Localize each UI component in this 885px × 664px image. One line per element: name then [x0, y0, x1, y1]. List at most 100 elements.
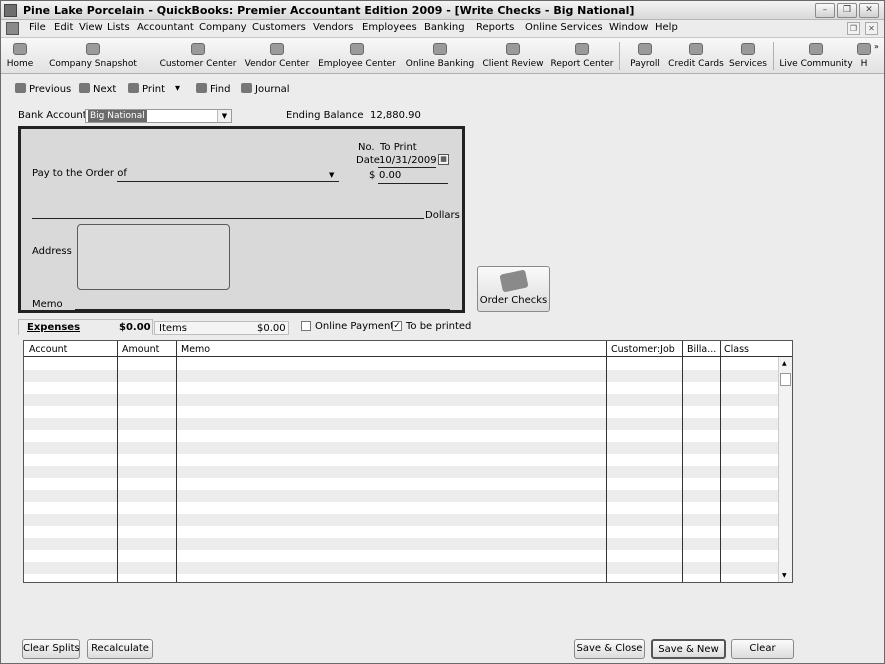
grid-scrollbar[interactable]: ▲ ▼: [778, 357, 792, 582]
client-review-button[interactable]: Client Review: [481, 40, 545, 73]
tab-items[interactable]: Items $0.00: [154, 321, 289, 335]
table-row[interactable]: [24, 526, 779, 538]
clear-button[interactable]: Clear: [731, 639, 794, 659]
table-row[interactable]: [24, 394, 779, 406]
next-button[interactable]: Next: [79, 83, 116, 95]
table-row[interactable]: [24, 490, 779, 502]
menu-edit[interactable]: Edit: [54, 22, 73, 33]
table-row[interactable]: [24, 358, 779, 370]
document-icon[interactable]: [6, 22, 19, 35]
calendar-icon[interactable]: ▦: [438, 154, 449, 165]
table-row[interactable]: [24, 550, 779, 562]
live-community-button[interactable]: Live Community: [779, 40, 853, 73]
close-button[interactable]: ✕: [859, 3, 879, 18]
help-icon: [857, 43, 871, 55]
table-row[interactable]: [24, 370, 779, 382]
written-amount-line[interactable]: [32, 218, 424, 219]
table-row[interactable]: [24, 430, 779, 442]
memo-label: Memo: [32, 299, 63, 310]
address-box[interactable]: [77, 224, 230, 290]
expenses-tab-label: Expenses: [27, 322, 81, 333]
table-row[interactable]: [24, 454, 779, 466]
save-new-button[interactable]: Save & New: [651, 639, 726, 659]
more-chevron-icon[interactable]: »: [874, 42, 879, 51]
table-row[interactable]: [24, 574, 779, 582]
column-amount[interactable]: Amount: [122, 344, 159, 355]
online-banking-button[interactable]: Online Banking: [401, 40, 479, 73]
tab-expenses[interactable]: Expenses $0.00: [18, 319, 153, 335]
find-button[interactable]: Find: [196, 83, 231, 95]
mdi-close-button[interactable]: ✕: [865, 22, 878, 35]
menu-banking[interactable]: Banking: [424, 22, 465, 33]
dollars-label: Dollars: [425, 210, 460, 221]
table-row[interactable]: [24, 442, 779, 454]
snapshot-icon: [86, 43, 100, 55]
save-close-button[interactable]: Save & Close: [574, 639, 645, 659]
home-button[interactable]: Home: [5, 40, 35, 73]
company-snapshot-button[interactable]: Company Snapshot: [37, 40, 149, 73]
column-class[interactable]: Class: [724, 344, 749, 355]
app-icon[interactable]: [4, 4, 17, 17]
menu-online-services[interactable]: Online Services: [525, 22, 603, 33]
menu-window[interactable]: Window: [609, 22, 648, 33]
table-row[interactable]: [24, 562, 779, 574]
print-button[interactable]: Print: [128, 83, 165, 95]
menu-reports[interactable]: Reports: [476, 22, 514, 33]
column-customer-job[interactable]: Customer:Job: [611, 344, 675, 355]
table-row[interactable]: [24, 478, 779, 490]
scroll-thumb[interactable]: [780, 373, 791, 386]
table-row[interactable]: [24, 406, 779, 418]
to-be-printed-checkbox[interactable]: ✓: [392, 321, 402, 331]
chevron-down-icon[interactable]: ▼: [217, 110, 231, 122]
amount-field[interactable]: 0.00: [379, 170, 401, 181]
journal-button[interactable]: Journal: [241, 83, 290, 95]
print-dropdown-icon[interactable]: ▾: [175, 83, 180, 94]
services-button[interactable]: Services: [728, 40, 768, 73]
table-row[interactable]: [24, 514, 779, 526]
column-account[interactable]: Account: [29, 344, 67, 355]
report-center-button[interactable]: Report Center: [548, 40, 616, 73]
table-row[interactable]: [24, 418, 779, 430]
minimize-button[interactable]: –: [815, 3, 835, 18]
clear-splits-button[interactable]: Clear Splits: [22, 639, 80, 659]
menu-view[interactable]: View: [79, 22, 103, 33]
menu-accountant[interactable]: Accountant: [137, 22, 194, 33]
payroll-button[interactable]: Payroll: [625, 40, 665, 73]
help-button[interactable]: H: [857, 40, 871, 73]
menu-lists[interactable]: Lists: [107, 22, 130, 33]
customer-center-button[interactable]: Customer Center: [159, 40, 237, 73]
scroll-up-icon[interactable]: ▲: [782, 360, 787, 367]
menu-customers[interactable]: Customers: [252, 22, 306, 33]
menu-help[interactable]: Help: [655, 22, 678, 33]
menu-file[interactable]: File: [29, 22, 46, 33]
recalculate-button[interactable]: Recalculate: [87, 639, 153, 659]
check-no-value[interactable]: To Print: [380, 142, 417, 153]
table-row[interactable]: [24, 382, 779, 394]
live-community-icon: [809, 43, 823, 55]
memo-field[interactable]: [75, 309, 450, 310]
table-row[interactable]: [24, 538, 779, 550]
column-billable[interactable]: Billa...: [687, 344, 716, 355]
menu-company[interactable]: Company: [199, 22, 247, 33]
order-checks-button[interactable]: Order Checks: [477, 266, 550, 312]
maximize-button[interactable]: ❐: [837, 3, 857, 18]
bank-account-select[interactable]: Big National ▼: [85, 109, 232, 123]
check-date-field[interactable]: 10/31/2009: [379, 155, 437, 166]
employee-center-button[interactable]: Employee Center: [316, 40, 398, 73]
online-payment-checkbox[interactable]: [301, 321, 311, 331]
payee-dropdown-icon[interactable]: ▼: [329, 171, 334, 179]
menu-vendors[interactable]: Vendors: [313, 22, 353, 33]
previous-button[interactable]: Previous: [15, 83, 71, 95]
credit-cards-button[interactable]: Credit Cards: [668, 40, 724, 73]
vendor-center-button[interactable]: Vendor Center: [241, 40, 313, 73]
column-memo[interactable]: Memo: [181, 344, 210, 355]
table-row[interactable]: [24, 502, 779, 514]
mdi-restore-button[interactable]: ❐: [847, 22, 860, 35]
address-label: Address: [32, 246, 72, 257]
menu-employees[interactable]: Employees: [362, 22, 417, 33]
pay-to-field[interactable]: [117, 181, 339, 182]
check-form: No. To Print Date 10/31/2009 ▦ Pay to th…: [18, 126, 465, 313]
table-row[interactable]: [24, 466, 779, 478]
employee-center-icon: [350, 43, 364, 55]
scroll-down-icon[interactable]: ▼: [782, 572, 787, 579]
